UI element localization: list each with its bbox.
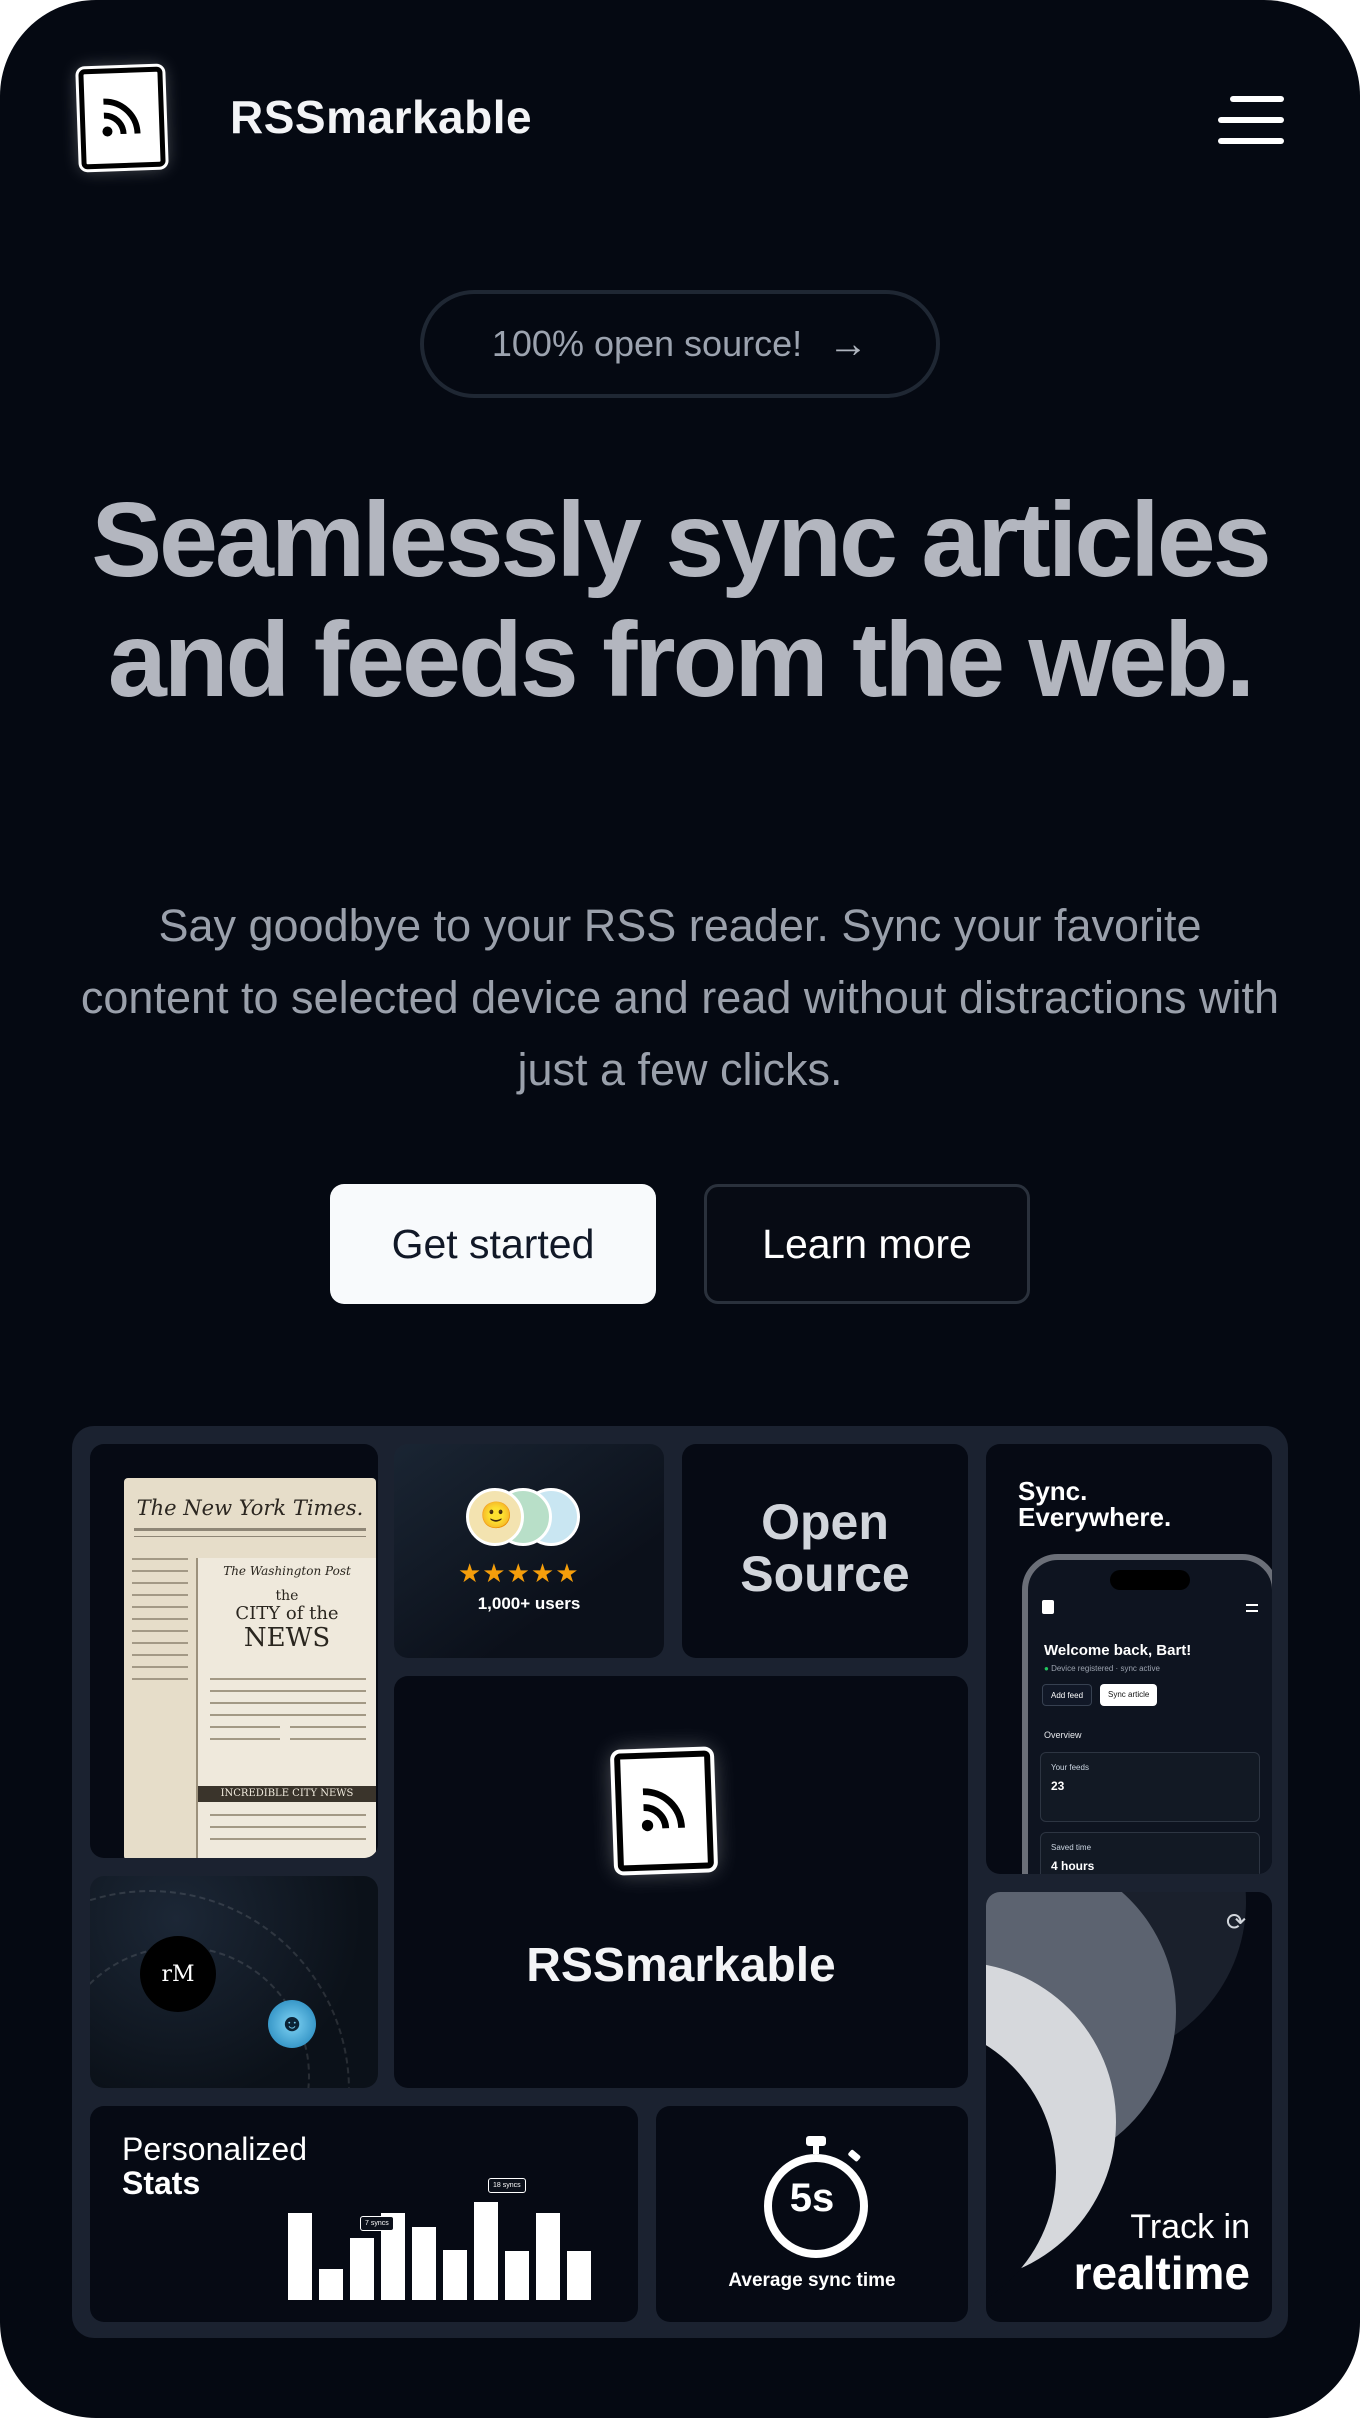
app-frame: RSSmarkable 100% open source! → Seamless… xyxy=(0,0,1360,2418)
phone-mockup: Welcome back, Bart! ● Device registered … xyxy=(1022,1554,1272,1874)
newspaper-masthead: The New York Times. xyxy=(136,1496,364,1520)
phone-card: Your feeds 23 xyxy=(1040,1752,1260,1822)
stats-bar xyxy=(505,2251,529,2300)
open-source-text: Open Source xyxy=(740,1494,910,1602)
sync-time-label: Average sync time xyxy=(728,2270,896,2291)
stats-bar xyxy=(412,2227,436,2300)
phone-status: ● Device registered · sync active xyxy=(1044,1664,1161,1673)
stats-bar-chart xyxy=(288,2160,598,2300)
open-source-pill[interactable]: 100% open source! → xyxy=(420,290,940,398)
hero-subheadline: Say goodbye to your RSS reader. Sync you… xyxy=(80,900,1280,1095)
stats-tooltip: 18 syncs xyxy=(488,2178,526,2193)
remarkable-icon: rM xyxy=(140,1936,216,2012)
rss-logo-icon xyxy=(613,1750,715,1872)
sync-title: Sync. Everywhere. xyxy=(1018,1476,1172,1532)
refresh-icon: ⟳ xyxy=(1226,1909,1247,1936)
stats-bar xyxy=(536,2213,560,2300)
pill-label: 100% open source! xyxy=(491,323,803,364)
stats-bar xyxy=(288,2213,312,2300)
stats-bar xyxy=(567,2251,591,2300)
memoji-face-icon: 🙂 xyxy=(480,1500,513,1530)
open-source-tile: Open Source xyxy=(682,1444,968,1658)
brand-tile-name: RSSmarkable xyxy=(526,1939,836,1992)
kindle-icon: ☻ xyxy=(268,2000,316,2048)
feature-bento-grid: The New York Times. The Washington Post … xyxy=(72,1426,1288,2338)
phone-logo-icon xyxy=(1042,1600,1054,1614)
newspaper-image: The New York Times. The Washington Post … xyxy=(124,1478,376,1858)
stats-title: Personalized Stats xyxy=(122,2131,307,2201)
realtime-tile: ⟳ Track in realtime xyxy=(986,1892,1272,2322)
users-tile: 🙂 ★★★★★ 1,000+ users xyxy=(394,1444,664,1658)
sync-everywhere-tile: Sync. Everywhere. Welcome back, Bart! ● … xyxy=(986,1444,1272,1874)
user-avatars: 🙂 xyxy=(466,1488,596,1548)
newspaper-banner: INCREDIBLE CITY NEWS xyxy=(198,1786,376,1802)
stats-tooltip: 7 syncs xyxy=(360,2216,394,2231)
stats-tile: Personalized Stats 7 syncs 18 syncs xyxy=(90,2106,638,2322)
phone-add-feed-button: Add feed xyxy=(1042,1684,1093,1706)
phone-welcome: Welcome back, Bart! xyxy=(1044,1642,1192,1659)
phone-card: Saved time 4 hours xyxy=(1040,1832,1260,1874)
phone-sync-article-button: Sync article xyxy=(1100,1684,1158,1706)
brand-tile: RSSmarkable xyxy=(394,1676,968,2088)
users-count: 1,000+ users xyxy=(477,1594,581,1613)
get-started-button[interactable]: Get started xyxy=(330,1184,656,1304)
phone-menu-icon xyxy=(1246,1604,1258,1612)
newspaper-masthead-2: The Washington Post xyxy=(223,1564,351,1578)
brand-name[interactable]: RSSmarkable xyxy=(230,90,532,144)
hamburger-menu-icon[interactable] xyxy=(1218,96,1284,144)
realtime-line2: realtime xyxy=(1073,2247,1250,2299)
stats-bar xyxy=(350,2238,374,2300)
phone-overview: Overview xyxy=(1044,1730,1082,1740)
star-rating-icon: ★★★★★ xyxy=(458,1558,580,1588)
sync-time-value: 5s xyxy=(789,2176,835,2220)
rss-logo-icon[interactable] xyxy=(78,66,166,170)
hero-headline: Seamlessly sync articles and feeds from … xyxy=(91,481,1271,719)
realtime-line1: Track in xyxy=(1130,2208,1250,2246)
stats-bar xyxy=(474,2202,498,2300)
sync-time-tile: 5s Average sync time xyxy=(656,2106,968,2322)
devices-tile: rM ☻ xyxy=(90,1876,378,2088)
stats-bar xyxy=(319,2269,343,2300)
learn-more-button[interactable]: Learn more xyxy=(704,1184,1030,1304)
stats-bar xyxy=(443,2250,467,2300)
newspaper-headline: the CITY of the NEWS xyxy=(235,1588,339,1653)
newspaper-tile: The New York Times. The Washington Post … xyxy=(90,1444,378,1858)
arrow-right-icon: → xyxy=(828,321,869,366)
